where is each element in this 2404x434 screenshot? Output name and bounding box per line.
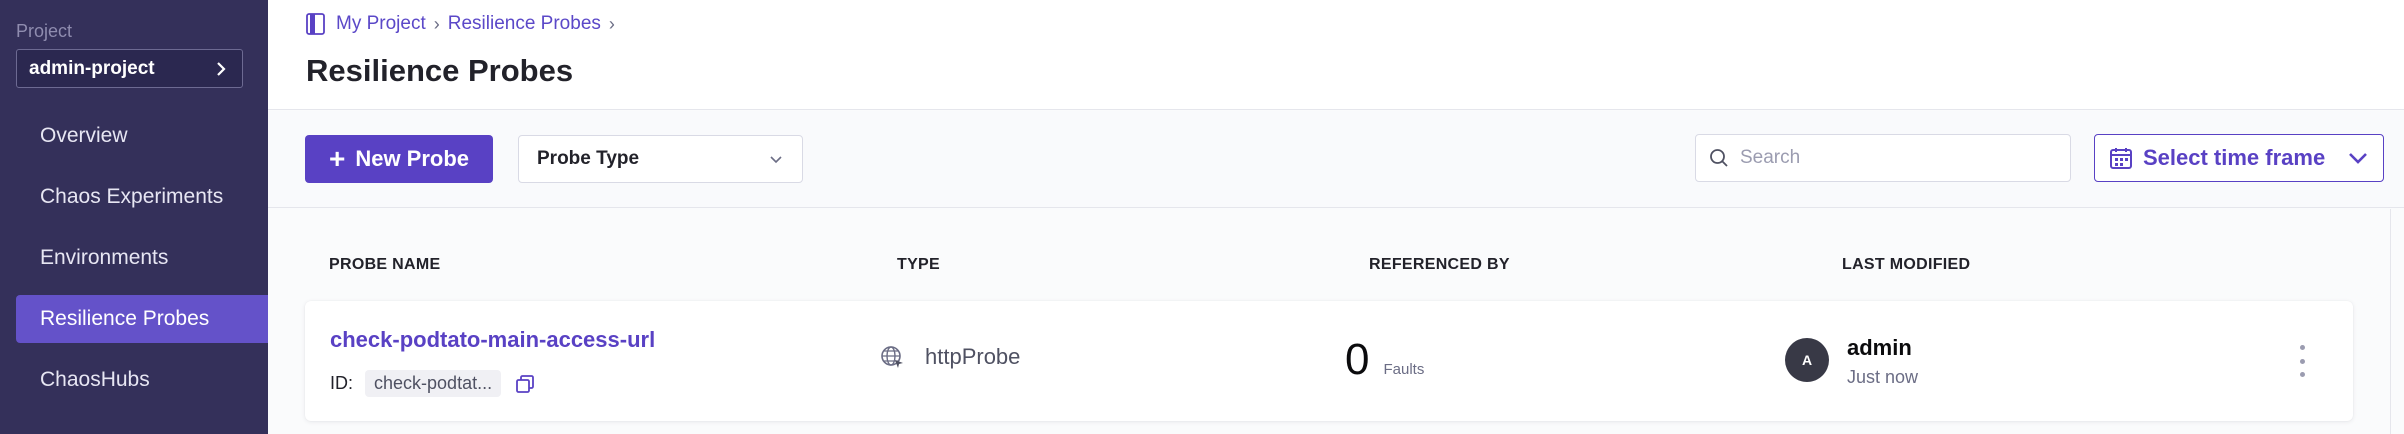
- column-header-last-modified[interactable]: LAST MODIFIED: [1842, 256, 1970, 274]
- project-selector[interactable]: admin-project: [16, 49, 243, 88]
- sidebar-item-resilience-probes[interactable]: Resilience Probes: [16, 295, 268, 343]
- breadcrumb-separator-icon: ›: [608, 13, 615, 34]
- table-row[interactable]: check-podtato-main-access-url ID: check-…: [305, 301, 2353, 421]
- referenced-count: 0: [1345, 335, 1370, 384]
- search-icon: [1710, 149, 1728, 167]
- sidebar-item-chaoshubs[interactable]: ChaosHubs: [16, 356, 268, 404]
- more-options-icon[interactable]: [2297, 345, 2307, 377]
- search-input[interactable]: [1740, 147, 2060, 169]
- plus-icon: +: [328, 143, 346, 174]
- referenced-label: Faults: [1383, 361, 1425, 378]
- breadcrumb-resilience-probes[interactable]: Resilience Probes: [448, 13, 601, 35]
- copy-icon[interactable]: [515, 374, 535, 394]
- page-header: My Project › Resilience Probes › Resilie…: [268, 0, 2404, 110]
- probe-id-value: check-podtat...: [365, 370, 502, 397]
- probe-id: ID: check-podtat...: [330, 370, 535, 397]
- breadcrumb-separator-icon: ›: [433, 13, 440, 34]
- calendar-icon: [2110, 148, 2132, 169]
- globe-icon: [881, 346, 903, 368]
- project-icon: [306, 13, 325, 35]
- sidebar-item-chaos-experiments[interactable]: Chaos Experiments: [16, 173, 268, 221]
- divider: [2390, 209, 2391, 434]
- probe-type-dropdown[interactable]: Probe Type: [518, 135, 803, 183]
- probe-type-label: Probe Type: [537, 148, 640, 169]
- time-frame-label: Select time frame: [2143, 145, 2326, 170]
- chevron-right-icon: [217, 61, 226, 76]
- chevron-down-icon: [2349, 153, 2367, 164]
- sidebar: Project admin-project Overview Chaos Exp…: [0, 0, 268, 434]
- probe-type-cell: httpProbe: [879, 344, 1020, 370]
- search-box[interactable]: [1695, 134, 2071, 182]
- probe-name-link[interactable]: check-podtato-main-access-url: [330, 327, 655, 353]
- page-title: Resilience Probes: [306, 53, 574, 88]
- referenced-by-cell: 0 Faults: [1345, 335, 1424, 385]
- avatar: A: [1785, 338, 1829, 382]
- column-header-type[interactable]: TYPE: [897, 256, 940, 274]
- column-header-referenced-by[interactable]: REFERENCED BY: [1369, 256, 1510, 274]
- sidebar-item-overview[interactable]: Overview: [16, 112, 268, 160]
- time-frame-selector[interactable]: Select time frame: [2094, 134, 2384, 182]
- probes-table: PROBE NAME TYPE REFERENCED BY LAST MODIF…: [268, 209, 2404, 434]
- sidebar-nav: Overview Chaos Experiments Environments …: [16, 112, 268, 417]
- sidebar-item-environments[interactable]: Environments: [16, 234, 268, 282]
- new-probe-label: New Probe: [355, 146, 470, 171]
- project-name: admin-project: [29, 57, 155, 79]
- toolbar: + New Probe Probe Type Select time frame: [268, 111, 2404, 208]
- chevron-down-icon: [770, 156, 782, 164]
- column-header-probe-name[interactable]: PROBE NAME: [329, 256, 440, 274]
- breadcrumb-my-project[interactable]: My Project: [336, 13, 426, 35]
- breadcrumb: My Project › Resilience Probes ›: [306, 13, 623, 35]
- modified-by: admin: [1847, 335, 1912, 360]
- modified-time: Just now: [1847, 367, 1919, 387]
- project-label: Project: [16, 21, 73, 41]
- new-probe-button[interactable]: + New Probe: [305, 135, 493, 183]
- probe-id-label: ID:: [330, 373, 354, 393]
- probe-type-value: httpProbe: [925, 344, 1021, 369]
